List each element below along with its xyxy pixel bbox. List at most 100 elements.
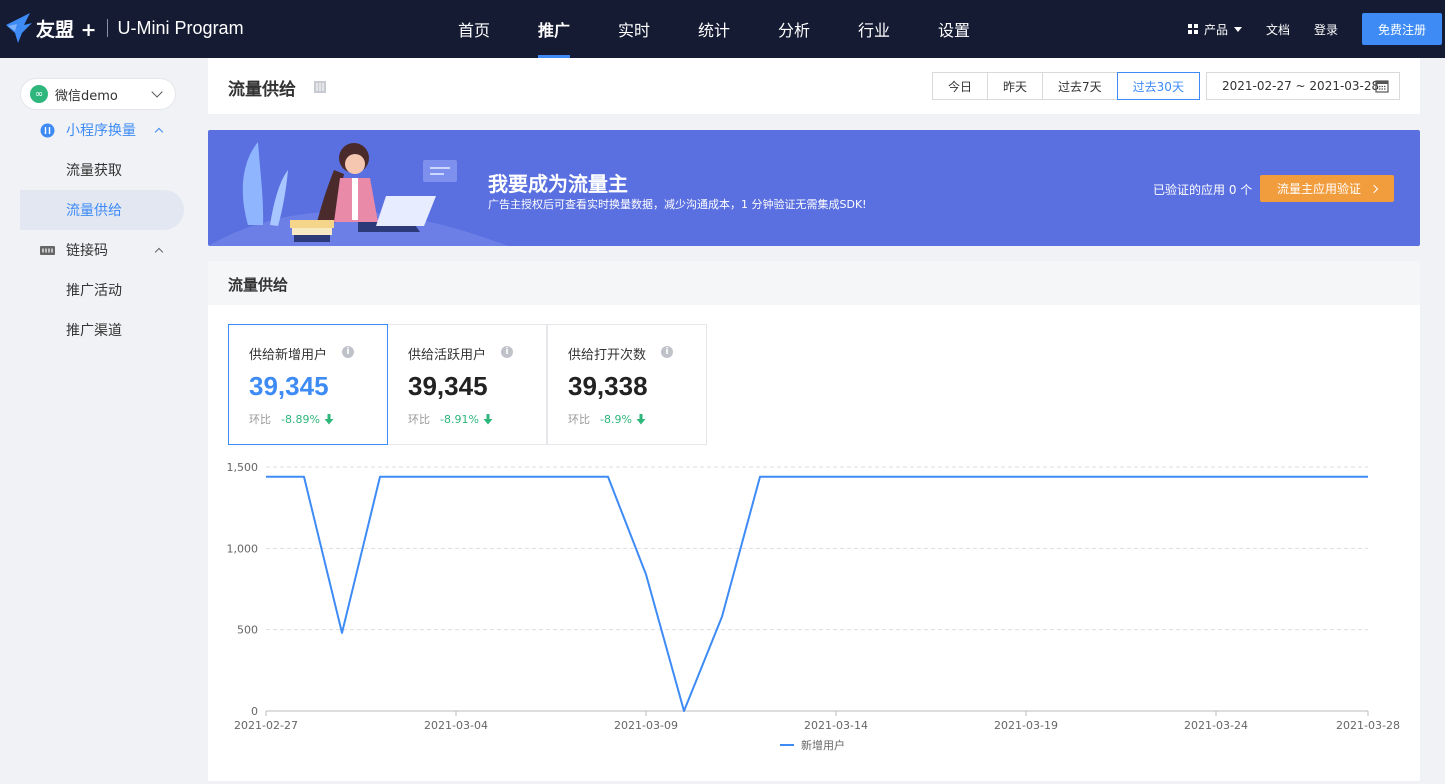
- nav-promotion[interactable]: 推广: [514, 0, 594, 58]
- app-selector[interactable]: ∞ 微信demo: [20, 78, 176, 110]
- kpi-card-opens[interactable]: 供给打开次数 i 39,338 环比 -8.9%: [547, 324, 707, 445]
- main-nav: 首页 推广 实时 统计 分析 行业 设置: [434, 0, 994, 58]
- sidebar-group-label: 链接码: [66, 243, 108, 259]
- x-tick-label: 2021-03-09: [614, 719, 678, 732]
- kpi-comp-label: 环比: [249, 413, 271, 426]
- kpi-comparison: 环比 -8.91%: [408, 411, 493, 427]
- banner-subtitle: 广告主授权后可查看实时换量数据，减少沟通成本，1 分钟验证无需集成SDK!: [488, 198, 867, 211]
- sidebar-item-promo-activity[interactable]: 推广活动: [20, 270, 184, 310]
- woman-laptop-illustration-icon: [208, 142, 508, 246]
- info-icon[interactable]: i: [501, 346, 513, 358]
- signup-button[interactable]: 免费注册: [1362, 13, 1442, 45]
- kpi-label: 供给新增用户: [249, 348, 328, 363]
- nav-home[interactable]: 首页: [434, 0, 514, 58]
- date-range-picker[interactable]: 2021-02-27 ~ 2021-03-28: [1206, 72, 1400, 100]
- date-range-tabs: 今日 昨天 过去7天 过去30天: [932, 72, 1200, 100]
- brand-separator: [106, 19, 108, 37]
- caret-down-icon: [1233, 26, 1242, 32]
- docs-link[interactable]: 文档: [1266, 21, 1290, 38]
- kpi-comp-label: 环比: [408, 413, 430, 426]
- legend-label: 新增用户: [801, 738, 845, 752]
- products-label: 产品: [1203, 22, 1228, 37]
- range-today[interactable]: 今日: [932, 72, 989, 100]
- kpi-value: 39,338: [568, 371, 648, 401]
- chevron-down-icon: [151, 86, 163, 98]
- chevron-right-icon: [1369, 184, 1379, 193]
- arrow-down-icon: [483, 413, 493, 424]
- calendar-icon: [1375, 80, 1389, 93]
- sidebar-group-traffic-exchange[interactable]: 小程序换量: [40, 119, 170, 141]
- y-tick-label: 1,500: [227, 461, 259, 474]
- nav-settings[interactable]: 设置: [914, 0, 994, 58]
- kpi-label: 供给打开次数: [568, 348, 647, 363]
- sidebar-group-label: 小程序换量: [66, 123, 136, 139]
- kpi-card-active-users[interactable]: 供给活跃用户 i 39,345 环比 -8.91%: [387, 324, 547, 445]
- promo-banner: 我要成为流量主 广告主授权后可查看实时换量数据，减少沟通成本，1 分钟验证无需集…: [208, 130, 1420, 246]
- y-tick-label: 1,000: [227, 542, 259, 555]
- verify-app-button[interactable]: 流量主应用验证: [1260, 175, 1394, 202]
- arrow-down-icon: [324, 413, 334, 424]
- sidebar-item-traffic-supply[interactable]: 流量供给: [20, 190, 184, 230]
- top-navbar: 友盟 + U-Mini Program 首页 推广 实时 统计 分析 行业 设置…: [0, 0, 1445, 58]
- grid-icon: [1187, 24, 1198, 34]
- traffic-supply-card: 流量供给 供给新增用户 i 39,345 环比 -8.89% 供给活跃用户 i …: [208, 261, 1420, 781]
- page-header: 流量供给 今日 昨天 过去7天 过去30天 2021-02-27 ~ 2021-…: [208, 58, 1420, 114]
- kpi-delta: -8.89%: [281, 412, 320, 426]
- chevron-up-icon: [154, 247, 164, 256]
- kpi-card-new-users[interactable]: 供给新增用户 i 39,345 环比 -8.89%: [228, 324, 388, 445]
- line-chart-svg: 0 500 1,000 1,500 2021-02-27 2021-03-04 2021-0…: [227, 461, 1400, 752]
- umeng-bird-logo-icon: [6, 13, 32, 43]
- doc-icon[interactable]: [313, 80, 327, 94]
- x-tick-label: 2021-03-28: [1336, 719, 1400, 732]
- exchange-icon: [40, 123, 55, 137]
- y-tick-label: 0: [251, 705, 258, 718]
- kpi-value: 39,345: [249, 371, 329, 401]
- brand[interactable]: 友盟 + U-Mini Program: [4, 10, 244, 46]
- nav-realtime[interactable]: 实时: [594, 0, 674, 58]
- date-range-value: 2021-02-27 ~ 2021-03-28: [1222, 79, 1380, 93]
- y-tick-label: 500: [237, 624, 258, 637]
- section-title: 流量供给: [228, 276, 289, 294]
- kpi-comparison: 环比 -8.89%: [249, 411, 334, 427]
- verified-apps-count: 已验证的应用 0 个: [1153, 183, 1253, 197]
- barcode-icon: [40, 245, 55, 255]
- x-tick-label: 2021-02-27: [234, 719, 298, 732]
- product-name: U-Mini Program: [117, 17, 244, 38]
- banner-title: 我要成为流量主: [488, 172, 628, 196]
- x-tick-label: 2021-03-19: [994, 719, 1058, 732]
- nav-analysis[interactable]: 分析: [754, 0, 834, 58]
- kpi-delta: -8.91%: [440, 412, 479, 426]
- x-tick-label: 2021-03-14: [804, 719, 868, 732]
- info-icon[interactable]: i: [342, 346, 354, 358]
- kpi-comp-label: 环比: [568, 413, 590, 426]
- login-link[interactable]: 登录: [1314, 21, 1338, 38]
- trend-chart: 0 500 1,000 1,500 2021-02-27 2021-03-04 2021-0…: [208, 451, 1420, 781]
- sidebar-item-traffic-acquire[interactable]: 流量获取: [20, 150, 184, 190]
- sidebar-group-link-code[interactable]: 链接码: [40, 239, 170, 261]
- arrow-down-icon: [636, 413, 646, 424]
- kpi-value: 39,345: [408, 371, 488, 401]
- sidebar-item-promo-channel[interactable]: 推广渠道: [20, 310, 184, 350]
- verify-app-button-label: 流量主应用验证: [1276, 182, 1361, 196]
- products-menu[interactable]: 产品: [1187, 21, 1242, 38]
- top-right-actions: 产品 文档 登录 免费注册: [1187, 0, 1445, 58]
- series-line: [266, 475, 1368, 712]
- nav-statistics[interactable]: 统计: [674, 0, 754, 58]
- range-7days[interactable]: 过去7天: [1042, 72, 1118, 100]
- range-30days[interactable]: 过去30天: [1116, 72, 1200, 100]
- kpi-comparison: 环比 -8.9%: [568, 411, 646, 427]
- section-header: 流量供给: [208, 261, 1420, 305]
- x-tick-label: 2021-03-24: [1184, 719, 1248, 732]
- nav-industry[interactable]: 行业: [834, 0, 914, 58]
- sidebar: ∞ 微信demo 小程序换量 流量获取 流量供给 链接码 推广活动 推广渠道: [0, 58, 196, 784]
- page-title: 流量供给: [228, 80, 296, 100]
- miniprogram-icon: ∞: [30, 85, 48, 103]
- x-tick-label: 2021-03-04: [424, 719, 488, 732]
- kpi-delta: -8.9%: [600, 412, 632, 426]
- info-icon[interactable]: i: [661, 346, 673, 358]
- range-yesterday[interactable]: 昨天: [987, 72, 1044, 100]
- app-selector-value: 微信demo: [55, 88, 118, 104]
- brand-name: 友盟 +: [36, 18, 97, 41]
- chevron-up-icon: [154, 127, 164, 136]
- kpi-label: 供给活跃用户: [408, 348, 487, 363]
